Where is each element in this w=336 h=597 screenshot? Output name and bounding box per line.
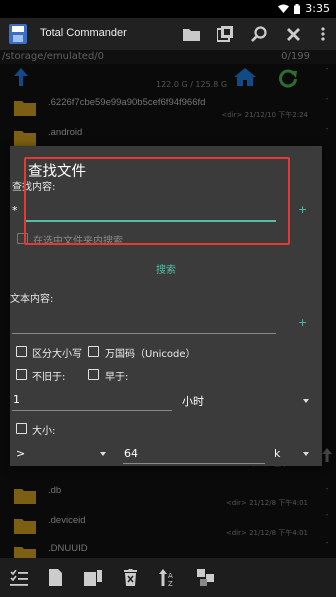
new-file-button[interactable] <box>37 558 74 597</box>
not-older-checkbox[interactable] <box>16 369 27 380</box>
size-value-input[interactable]: 64 <box>124 447 138 460</box>
find-add-button[interactable]: + <box>298 203 307 216</box>
svg-text:Z: Z <box>168 580 173 586</box>
search-button[interactable] <box>242 18 276 50</box>
unicode-checkbox[interactable] <box>88 346 99 357</box>
case-sensitive-label: 区分大小写 <box>32 349 82 360</box>
copy-button[interactable] <box>75 558 112 597</box>
wifi-icon <box>278 4 290 13</box>
pack-button[interactable] <box>187 558 224 597</box>
battery-icon <box>294 3 301 14</box>
checklist-icon <box>9 569 28 586</box>
size-operator-select[interactable]: > <box>16 447 25 460</box>
find-input[interactable]: * <box>12 204 18 217</box>
svg-text:A: A <box>168 572 173 580</box>
extra-button[interactable] <box>261 558 298 597</box>
not-older-label: 不旧于: <box>32 372 66 383</box>
app-title: Total Commander <box>40 27 127 39</box>
older-label: 早于: <box>105 372 129 383</box>
windows-button[interactable] <box>208 18 242 50</box>
file-icon <box>49 569 63 586</box>
search-icon <box>251 26 267 42</box>
extra-button[interactable] <box>299 558 336 597</box>
sort-icon: AZ <box>158 569 173 586</box>
app-logo-icon <box>9 24 27 44</box>
size-unit-select[interactable]: k <box>274 447 280 460</box>
more-button[interactable] <box>310 18 336 50</box>
chevron-down-icon <box>303 452 309 456</box>
app-bar: Total Commander <box>0 18 336 50</box>
unicode-label: 万国码（Unicode） <box>105 349 196 360</box>
chevron-down-icon <box>303 399 309 403</box>
close-icon <box>286 27 300 41</box>
text-content-label: 文本内容: <box>10 294 54 305</box>
extra-button[interactable] <box>224 558 261 597</box>
highlight-box <box>24 157 290 245</box>
status-time: 3:35 <box>305 2 330 15</box>
older-checkbox[interactable] <box>88 369 99 380</box>
more-vert-icon <box>321 27 325 41</box>
age-unit-select[interactable]: 小时 <box>182 393 204 409</box>
case-sensitive-checkbox[interactable] <box>16 346 27 357</box>
text-content-underline <box>12 333 276 334</box>
size-label: 大小: <box>32 426 56 437</box>
folder-icon <box>182 28 200 41</box>
trash-icon <box>124 569 138 586</box>
copy-file-icon <box>84 569 103 586</box>
sort-button[interactable]: AZ <box>149 558 186 597</box>
delete-button[interactable] <box>112 558 149 597</box>
search-submit-button[interactable]: 搜索 <box>10 261 322 281</box>
size-value-underline <box>123 463 265 464</box>
bottom-toolbar: AZ <box>0 558 336 597</box>
archive-icon <box>196 569 214 586</box>
open-folder-button[interactable] <box>174 18 208 50</box>
age-value-input[interactable]: 1 <box>13 393 20 406</box>
size-checkbox[interactable] <box>16 423 27 434</box>
copy-window-icon <box>217 26 233 42</box>
status-bar: 3:35 <box>0 0 336 18</box>
text-add-button[interactable]: + <box>298 316 307 329</box>
age-value-underline <box>12 410 172 411</box>
close-button[interactable] <box>276 18 310 50</box>
chevron-down-icon <box>100 452 106 456</box>
select-button[interactable] <box>0 558 37 597</box>
